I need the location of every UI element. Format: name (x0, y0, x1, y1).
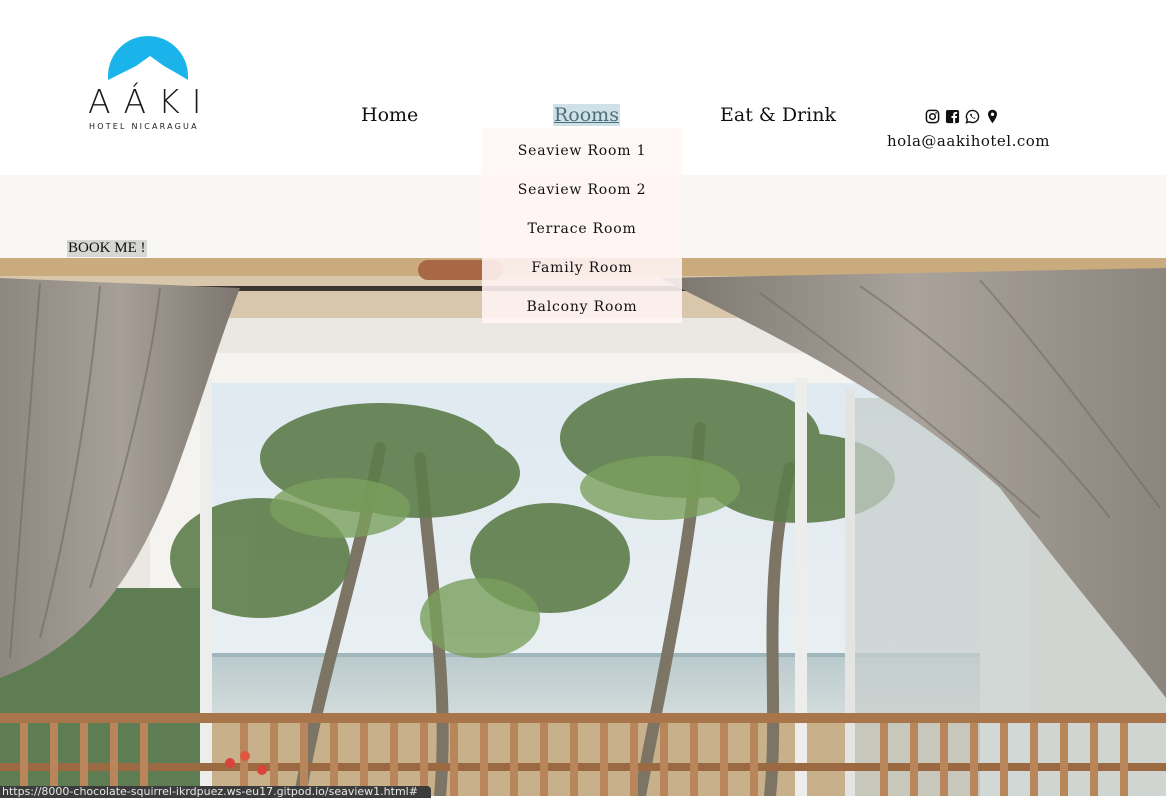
map-pin-icon[interactable] (985, 109, 1000, 124)
nav-rooms[interactable]: Rooms (553, 104, 620, 126)
logo-mountain-mark (108, 36, 188, 80)
logo-tagline: HOTEL NICARAGUA (89, 122, 199, 131)
contact-email[interactable]: hola@aakihotel.com (887, 132, 1050, 150)
rooms-dropdown-menu: Seaview Room 1 Seaview Room 2 Terrace Ro… (482, 128, 682, 323)
instagram-icon[interactable] (925, 109, 940, 124)
hero-room-photo (0, 258, 1166, 796)
menu-item-terrace-room[interactable]: Terrace Room (482, 221, 682, 237)
hotel-logo[interactable]: AÁKI HOTEL NICARAGUA (88, 26, 206, 136)
hero-image (0, 258, 1166, 796)
logo-wordmark: AÁKI (88, 82, 214, 121)
facebook-icon[interactable] (945, 109, 960, 124)
menu-item-balcony-room[interactable]: Balcony Room (482, 299, 682, 315)
whatsapp-icon[interactable] (965, 109, 980, 124)
menu-item-seaview-room-2[interactable]: Seaview Room 2 (482, 182, 682, 198)
nav-eat-drink[interactable]: Eat & Drink (720, 104, 836, 126)
nav-home[interactable]: Home (361, 104, 418, 126)
book-me-button[interactable]: BOOK ME ! (67, 240, 147, 257)
menu-item-family-room[interactable]: Family Room (482, 260, 682, 276)
status-bar-url: https://8000-chocolate-squirrel-ikrdpuez… (0, 786, 431, 798)
social-links (925, 109, 1000, 124)
menu-item-seaview-room-1[interactable]: Seaview Room 1 (482, 143, 682, 159)
